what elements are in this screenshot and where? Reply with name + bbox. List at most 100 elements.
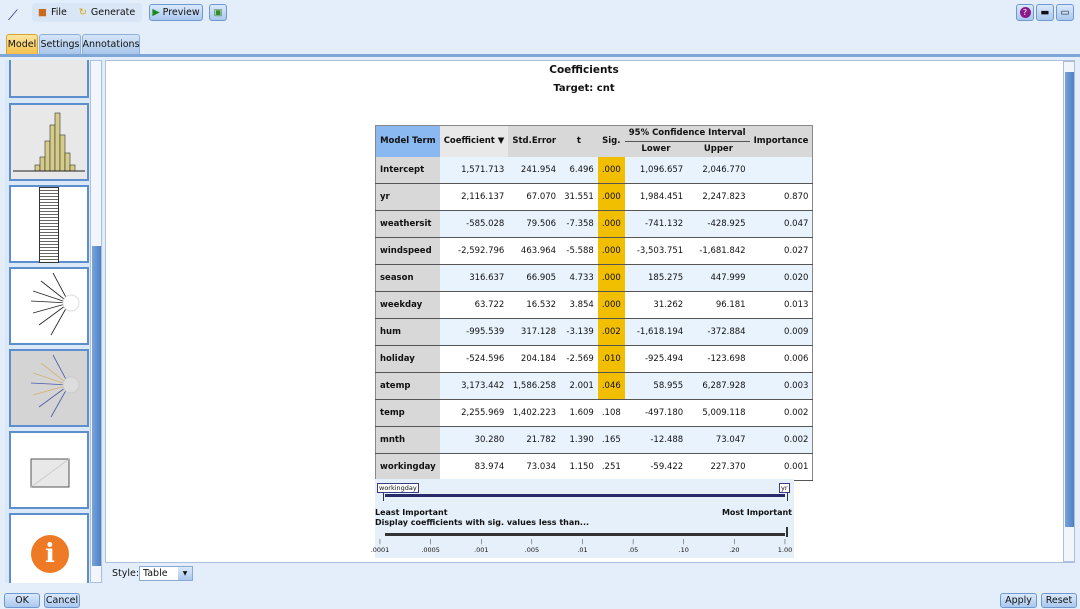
thumbnail-blank-chart[interactable] [9,431,89,509]
header-upper[interactable]: Upper [687,141,750,157]
header-confidence-interval: 95% Confidence Interval [624,125,750,142]
export-image-button[interactable]: ▣ [209,4,227,21]
generate-menu[interactable]: Generate [91,7,135,18]
tab-settings[interactable]: Settings [39,34,81,54]
lower-cell: 185.275 [624,264,688,292]
t-cell: -5.588 [560,237,598,265]
help-button[interactable]: ? [1016,4,1034,21]
term-cell: holiday [375,345,440,373]
chart-title: Coefficients [549,64,619,76]
thumbnail-scatterplot[interactable] [9,60,89,98]
std-error-cell: 21.782 [508,426,561,454]
upper-cell: -428.925 [687,210,750,238]
table-row[interactable]: atemp 3,173.442 1,586.258 2.001.046 58.955 6,… [375,372,813,400]
table-row[interactable]: mnth 30.280 21.782 1.390.165 -12.488 73.047 0.… [375,426,813,454]
preview-button[interactable]: ▶ Preview [149,4,203,21]
std-error-cell: 79.506 [508,210,561,238]
coefficient-cell: 2,255.969 [439,399,509,427]
radial-chart-icon [30,272,80,336]
sig-cell: .000 [597,291,625,319]
thumbnail-coefficients-selected[interactable] [9,349,89,427]
header-importance[interactable]: Importance [749,125,813,157]
std-error-cell: 463.964 [508,237,561,265]
importance-cell: 0.047 [749,210,813,238]
tab-model[interactable]: Model [6,34,38,54]
importance-cell: 0.020 [749,264,813,292]
apply-button[interactable]: Apply [1000,593,1037,608]
term-cell: mnth [375,426,440,454]
thumbnail-scrollbar[interactable] [90,60,102,583]
coefficient-cell: -585.028 [439,210,509,238]
sig-cell: .000 [597,264,625,292]
table-row[interactable]: season 316.637 66.905 4.733.000 185.275 447.9… [375,264,813,292]
lower-cell: -925.494 [624,345,688,373]
std-error-cell: 66.905 [508,264,561,292]
importance-min-handle[interactable] [383,493,386,501]
std-error-cell: 241.954 [508,156,561,184]
scrollbar-thumb[interactable] [92,246,101,566]
maximize-button[interactable]: ▭ [1056,4,1074,21]
sig-slider-handle[interactable] [786,527,788,537]
sig-tick-mark: | [784,539,786,545]
reset-button[interactable]: Reset [1041,593,1077,608]
importance-cell: 0.027 [749,237,813,265]
thumbnail-info[interactable]: i [9,513,89,583]
minimize-button[interactable]: ▬ [1036,4,1054,21]
table-row[interactable]: holiday -524.596 204.184 -2.569.010 -925.494… [375,345,813,373]
importance-max-label: yr [779,483,790,493]
importance-cell: 0.002 [749,399,813,427]
file-icon: ■ [38,7,47,18]
radial-coefficients-icon [30,354,80,418]
table-row[interactable]: yr 2,116.137 67.070 31.551.000 1,984.451 2,24… [375,183,813,211]
header-sig[interactable]: Sig. [597,125,625,157]
coefficient-cell: 63.722 [439,291,509,319]
table-row[interactable]: hum -995.539 317.128 -3.139.002 -1,618.194 -3… [375,318,813,346]
table-row[interactable]: weathersit -585.028 79.506 -7.358.000 -741.1… [375,210,813,238]
thumbnail-importance-chart[interactable] [9,267,89,345]
table-row[interactable]: Intercept 1,571.713 241.954 6.496.000 1,096.… [375,156,813,184]
std-error-cell: 1,402.223 [508,399,561,427]
header-model-term[interactable]: Model Term [375,125,440,157]
coefficient-cell: 316.637 [439,264,509,292]
coefficient-cell: 30.280 [439,426,509,454]
table-row[interactable]: windspeed -2,592.796 463.964 -5.588.000 -3,5… [375,237,813,265]
thumbnail-table[interactable] [9,185,89,263]
sig-tick-label: .001 [474,546,489,554]
term-cell: hum [375,318,440,346]
table-row[interactable]: temp 2,255.969 1,402.223 1.609.108 -497.180 5… [375,399,813,427]
info-icon: i [31,535,69,573]
coefficient-cell: -2,592.796 [439,237,509,265]
table-row[interactable]: weekday 63.722 16.532 3.854.000 31.262 96.181… [375,291,813,319]
upper-cell: 73.047 [687,426,750,454]
table-row[interactable]: workingday 83.974 73.034 1.150.251 -59.422 22… [375,453,813,481]
t-cell: 1.390 [560,426,598,454]
term-cell: workingday [375,453,440,481]
thumbnail-histogram[interactable] [9,103,89,181]
file-menu[interactable]: File [51,7,67,18]
importance-max-handle[interactable] [785,493,788,501]
header-t[interactable]: t [560,125,598,157]
sig-tick-mark: | [379,539,381,545]
sig-cell: .000 [597,156,625,184]
header-std-error[interactable]: Std.Error [508,125,561,157]
main-scrollbar[interactable] [1063,61,1075,562]
sig-slider-track[interactable] [385,533,785,536]
upper-cell: -372.884 [687,318,750,346]
slider-panel: workingday yr Least Important Most Impor… [371,479,794,558]
term-cell: Intercept [375,156,440,184]
cancel-button[interactable]: Cancel [44,593,80,608]
style-select[interactable]: Table ▼ [139,566,193,581]
play-icon: ▶ [152,7,160,18]
main-scrollbar-thumb[interactable] [1065,72,1074,527]
ok-button[interactable]: OK [4,593,40,608]
term-cell: weekday [375,291,440,319]
header-lower[interactable]: Lower [624,141,688,157]
header-coefficient[interactable]: Coefficient ▼ [439,125,509,157]
importance-slider-track[interactable] [385,494,785,497]
std-error-cell: 1,586.258 [508,372,561,400]
sig-tick-label: .0005 [421,546,440,554]
image-icon: ▣ [213,7,223,18]
menu-bar: ■ File ↻ Generate [32,3,142,22]
chart-subtitle: Target: cnt [553,83,615,94]
tab-annotations[interactable]: Annotations [82,34,140,54]
